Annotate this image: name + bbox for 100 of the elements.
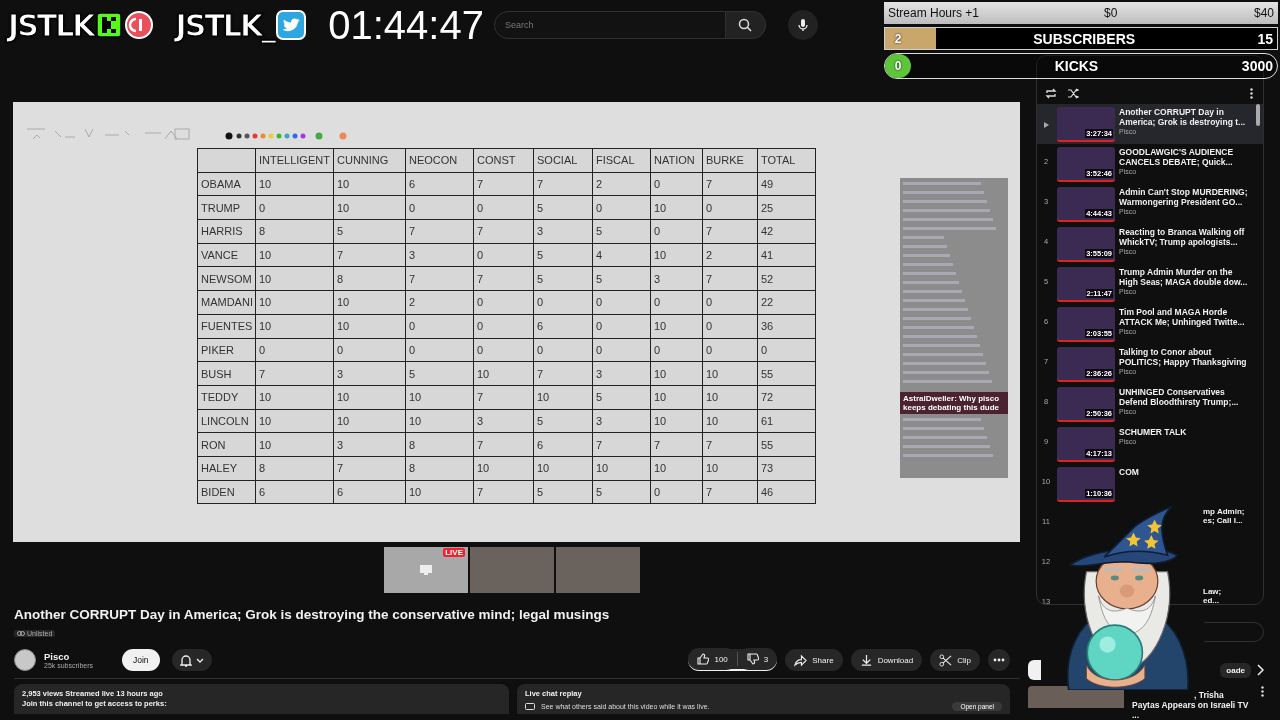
table-cell: 10 (702, 385, 758, 410)
table-cell: 10 (333, 314, 406, 338)
play-icon (1043, 121, 1049, 128)
table-cell: 10 (255, 385, 334, 410)
table-cell: 36 (757, 314, 816, 338)
table-cell: 0 (473, 338, 534, 362)
filter-chip[interactable]: oade (1220, 662, 1251, 678)
row-header: NEWSOM (197, 266, 256, 291)
column-header: INTELLIGENT (255, 148, 334, 173)
table-cell: 46 (757, 480, 816, 504)
recommended-video-title[interactable]: , Trisha (1132, 690, 1253, 700)
table-cell: 7 (533, 361, 593, 386)
column-header: FISCAL (592, 148, 651, 173)
table-cell: 5 (592, 266, 651, 291)
goal-target-value: 15 (1257, 30, 1274, 47)
clip-button[interactable]: Clip (930, 649, 980, 671)
column-header: NEOCON (405, 148, 474, 173)
share-icon (794, 653, 808, 667)
table-cell: 0 (650, 290, 703, 315)
recommended-video-title[interactable]: Paytas Appears on Israeli TV ... (1132, 700, 1253, 720)
kick-logo-icon (95, 12, 122, 38)
table-cell: 10 (473, 361, 534, 386)
table-cell: 0 (473, 243, 534, 267)
filter-chip[interactable] (1028, 660, 1041, 680)
table-cell: 7 (473, 432, 534, 457)
table-cell: 22 (757, 290, 816, 315)
table-cell: 61 (757, 409, 816, 433)
table-cell: 0 (592, 314, 651, 338)
table-cell: 10 (333, 409, 406, 433)
video-title: Another CORRUPT Day in America; Grok is destroying the conservative mind; legal musings (14, 607, 611, 622)
scissors-icon (939, 653, 953, 667)
row-header: OBAMA (197, 172, 256, 196)
table-cell: 10 (592, 456, 651, 481)
more-icon[interactable] (1250, 88, 1253, 99)
table-cell: 4 (592, 243, 651, 267)
row-header: BIDEN (197, 480, 256, 504)
table-cell: 8 (255, 219, 334, 244)
table-cell: 6 (255, 480, 334, 504)
table-cell: 5 (533, 195, 593, 220)
logo-text: JSTLK (8, 7, 94, 43)
table-cell: 10 (702, 456, 758, 481)
table-cell: 10 (702, 409, 758, 433)
table-cell: 0 (650, 172, 703, 196)
table-cell: 3 (592, 409, 651, 433)
table-cell: 10 (333, 290, 406, 315)
table-cell: 0 (650, 219, 703, 244)
table-cell: 73 (757, 456, 816, 481)
more-button[interactable] (988, 649, 1010, 671)
bird-icon (276, 10, 307, 40)
table-cell: 7 (702, 172, 758, 196)
table-cell: 10 (333, 195, 406, 220)
monitor-icon (420, 565, 432, 575)
table-cell: 0 (592, 290, 651, 315)
table-cell: 3 (333, 361, 406, 386)
table-cell: 7 (473, 480, 534, 504)
playlist-video-title: SCHUMER TALK (1119, 427, 1187, 437)
table-cell: 5 (533, 480, 593, 504)
more-icon (993, 658, 1005, 662)
playlist-video-title[interactable]: mp Admin; (1203, 507, 1245, 516)
table-cell: 3 (405, 243, 474, 267)
channel-name[interactable]: Pisco (44, 651, 116, 662)
playlist-video-title[interactable]: COM (1119, 467, 1139, 477)
playlist-video-title[interactable]: Law; (1203, 587, 1222, 596)
shuffle-icon[interactable] (1067, 88, 1079, 99)
table-cell: 7 (650, 432, 703, 457)
search-field[interactable]: Search (493, 11, 726, 39)
share-button[interactable]: Share (785, 649, 843, 671)
table-cell: 8 (255, 456, 334, 481)
table-cell: 5 (592, 219, 651, 244)
table-cell: 6 (533, 432, 593, 457)
table-cell: 0 (592, 195, 651, 220)
join-button[interactable]: Join (122, 649, 160, 671)
table-cell: 5 (405, 361, 474, 386)
playlist-video-title[interactable]: es; Call I... (1203, 516, 1243, 525)
chat-icon (525, 702, 535, 711)
table-cell: 10 (533, 385, 593, 410)
table-cell: 0 (702, 314, 758, 338)
playlist-video-title[interactable]: ed... (1203, 596, 1219, 604)
table-cell: 7 (473, 219, 534, 244)
column-header: TOTAL (757, 148, 816, 173)
table-corner-cell (197, 148, 256, 173)
notifications-button[interactable] (171, 649, 212, 671)
table-cell: 5 (533, 266, 593, 291)
microphone-button[interactable] (787, 10, 818, 40)
chevron-right-icon[interactable] (1257, 664, 1264, 676)
table-cell: 0 (757, 338, 816, 362)
search-button[interactable] (725, 11, 766, 39)
table-cell: 7 (473, 172, 534, 196)
table-cell: 0 (702, 290, 758, 315)
table-cell: 7 (702, 480, 758, 504)
repeat-icon[interactable] (1045, 88, 1057, 99)
table-cell: 3 (533, 219, 593, 244)
more-icon[interactable] (1261, 686, 1264, 697)
table-cell: 7 (405, 219, 474, 244)
channel-avatar[interactable] (14, 649, 36, 671)
table-cell: 6 (405, 172, 474, 196)
download-button[interactable]: Download (850, 649, 923, 671)
row-header: BUSH (197, 361, 256, 386)
goal-target-value: 3000 (1241, 58, 1274, 74)
table-cell: 5 (533, 409, 593, 433)
